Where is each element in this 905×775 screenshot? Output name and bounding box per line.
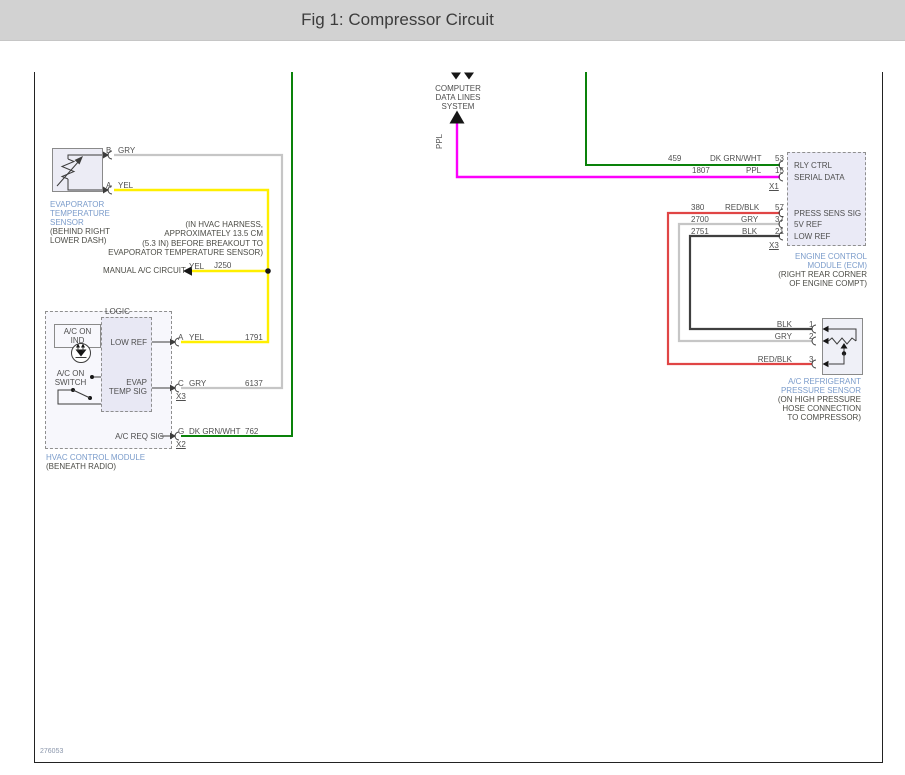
ecm-ckt-2751: 2751	[691, 227, 709, 236]
ecm-color-dkgrnwht: DK GRN/WHT	[710, 154, 762, 163]
hvac-connector-x2: X2	[176, 440, 186, 449]
ecm-pin-21: 21	[775, 227, 784, 236]
computer-data-lines-label: COMPUTER DATA LINES SYSTEM	[426, 84, 490, 111]
sensor-name-block: A/C REFRIGERANT PRESSURE SENSOR (ON HIGH…	[751, 377, 861, 422]
ecm-label-rly-ctrl: RLY CTRL	[794, 161, 832, 170]
hvac-pin-c: C	[178, 379, 184, 388]
splice-id: J250	[214, 261, 231, 270]
hvac-ckt-c: 6137	[245, 379, 263, 388]
ecm-pin-53: 53	[775, 154, 784, 163]
hvac-ckt-g: 762	[245, 427, 258, 436]
ac-on-ind-label: A/C ON IND	[54, 327, 101, 345]
low-ref-label: LOW REF	[103, 338, 147, 347]
ecm-label-press-sens-sig: PRESS SENS SIG	[794, 209, 861, 218]
logic-pin-lines	[152, 342, 170, 436]
potentiometer-symbol	[823, 326, 857, 367]
sensor-pin-3: 3	[809, 355, 813, 364]
hvac-pin-g: G	[178, 427, 184, 436]
evap-wire-b-color: GRY	[118, 146, 135, 155]
thermistor-symbol	[57, 155, 102, 190]
wire-ppl-to-ecm	[457, 123, 780, 177]
hvac-wire-a-color: YEL	[189, 333, 204, 342]
splice-dot-j250	[265, 268, 271, 274]
evap-temp-sig-label: EVAP TEMP SIG	[103, 378, 147, 396]
manual-ac-circuit-label: MANUAL A/C CIRCUIT	[103, 266, 186, 275]
sensor-wire-redblk: RED/BLK	[747, 355, 792, 364]
ac-req-sig-label: A/C REQ SIG	[108, 432, 164, 441]
ecm-ckt-2700: 2700	[691, 215, 709, 224]
ecm-pin-57: 57	[775, 203, 784, 212]
evap-pin-b: B	[106, 146, 111, 155]
pin-arrows	[103, 152, 176, 440]
ecm-color-gry: GRY	[741, 215, 758, 224]
ecm-label-low-ref: LOW REF	[794, 232, 830, 241]
harness-note: (IN HVAC HARNESS, APPROXIMATELY 13.5 CM …	[63, 220, 263, 257]
ecm-pin-15: 15	[775, 166, 784, 175]
ecm-pin-37: 37	[775, 215, 784, 224]
ecm-color-redblk: RED/BLK	[725, 203, 759, 212]
ppl-offpage-arrow	[450, 111, 465, 124]
sensor-pin-1: 1	[809, 320, 813, 329]
ecm-ckt-459: 459	[668, 154, 681, 163]
ecm-ckt-1807: 1807	[692, 166, 710, 175]
sensor-wire-blk: BLK	[752, 320, 792, 329]
ecm-label-serial-data: SERIAL DATA	[794, 173, 845, 182]
ecm-color-ppl: PPL	[746, 166, 761, 175]
ecm-color-blk: BLK	[742, 227, 757, 236]
hvac-wire-g-color: DK GRN/WHT	[189, 427, 241, 436]
ppl-wire-label: PPL	[435, 134, 444, 149]
logic-label: LOGIC	[105, 307, 130, 316]
sensor-pin-2: 2	[809, 332, 813, 341]
hvac-module-location: (BENEATH RADIO)	[46, 462, 116, 471]
figure-number: 276053	[40, 748, 63, 755]
hvac-ckt-a: 1791	[245, 333, 263, 342]
ac-on-switch-label: A/C ON SWITCH	[48, 369, 93, 387]
hvac-module-name: HVAC CONTROL MODULE	[46, 453, 145, 462]
ecm-connector-x1: X1	[769, 182, 779, 191]
data-lines-arrow-2	[464, 73, 474, 80]
wire-grn-to-ecm	[586, 72, 780, 165]
sensor-wire-gry: GRY	[752, 332, 792, 341]
data-lines-arrow-1	[451, 73, 461, 80]
ecm-name-block: ENGINE CONTROL MODULE (ECM) (RIGHT REAR …	[757, 252, 867, 288]
connector-brackets	[108, 151, 816, 440]
evap-pin-a: A	[106, 181, 111, 190]
ecm-label-5v-ref: 5V REF	[794, 220, 822, 229]
hvac-pin-a: A	[178, 333, 183, 342]
evap-wire-a-color: YEL	[118, 181, 133, 190]
hvac-connector-x3: X3	[176, 392, 186, 401]
led-indicator-symbol	[72, 344, 91, 363]
ecm-connector-x3: X3	[769, 241, 779, 250]
ecm-ckt-380: 380	[691, 203, 704, 212]
splice-wire-color: YEL	[189, 262, 204, 271]
hvac-wire-c-color: GRY	[189, 379, 206, 388]
